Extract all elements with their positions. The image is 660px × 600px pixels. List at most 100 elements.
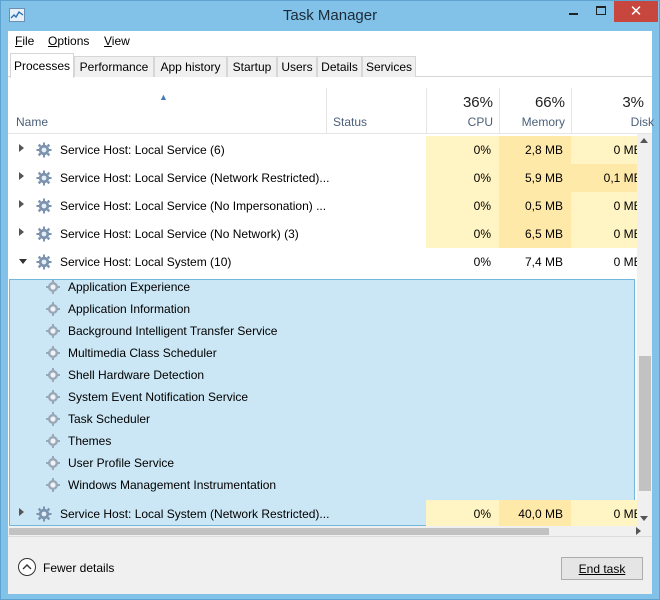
- service-row[interactable]: System Event Notification Service: [8, 386, 637, 408]
- memory-value: 2,8 MB: [524, 143, 563, 157]
- cpu-value: 0%: [473, 171, 491, 185]
- maximize-button[interactable]: [587, 1, 614, 22]
- tab-performance[interactable]: Performance: [74, 56, 154, 77]
- process-row[interactable]: 0% 6,5 MB 0 MB/s Service Host: Local Servic…: [8, 220, 637, 248]
- expand-arrow-icon[interactable]: [19, 144, 24, 152]
- cpu-value: 0%: [473, 199, 491, 213]
- cpu-total-percent: 36%: [462, 94, 493, 111]
- process-name: Service Host: Local System (Network Rest…: [60, 507, 330, 521]
- disk-cell: 0 MB/s: [571, 220, 637, 248]
- cpu-value: 0%: [473, 507, 491, 521]
- horizontal-scrollbar[interactable]: [8, 526, 652, 536]
- tab-details[interactable]: Details: [317, 56, 362, 77]
- service-gear-icon: [45, 389, 61, 405]
- menu-bar: File Options View: [8, 31, 652, 52]
- service-gear-icon: [45, 301, 61, 317]
- vertical-scrollbar[interactable]: [637, 134, 652, 526]
- horizontal-scroll-thumb[interactable]: [9, 528, 549, 535]
- service-row[interactable]: Task Scheduler: [8, 408, 637, 430]
- service-name: User Profile Service: [68, 456, 175, 470]
- disk-cell: 0,1 MB/s: [571, 164, 637, 192]
- service-gear-icon: [45, 477, 61, 493]
- scroll-down-icon[interactable]: [640, 516, 648, 521]
- fewer-details-chevron-up-icon[interactable]: [18, 558, 36, 576]
- service-row[interactable]: Shell Hardware Detection: [8, 364, 637, 386]
- service-row[interactable]: Application Information: [8, 298, 637, 320]
- process-name: Service Host: Local System (10): [60, 255, 232, 269]
- collapse-arrow-icon[interactable]: [19, 259, 27, 264]
- memory-cell: 40,0 MB: [499, 500, 571, 526]
- disk-value: 0,1 MB/s: [603, 171, 637, 185]
- process-row[interactable]: 0% 0,5 MB 0 MB/s Service Host: Local Servic…: [8, 192, 637, 220]
- column-name[interactable]: Name: [8, 88, 326, 134]
- scroll-right-icon[interactable]: [636, 527, 641, 535]
- memory-value: 40,0 MB: [518, 507, 563, 521]
- footer-bar: Fewer details End task: [8, 536, 652, 594]
- title-bar[interactable]: Task Manager ✕: [1, 1, 659, 31]
- service-gear-icon: [45, 367, 61, 383]
- column-memory[interactable]: 66% Memory: [499, 88, 571, 134]
- service-host-gear-icon: [36, 170, 52, 186]
- process-row[interactable]: 0% 5,9 MB 0,1 MB/s Service Host: Local Serv…: [8, 164, 637, 192]
- menu-view-label: iew: [111, 34, 130, 48]
- fewer-details-link[interactable]: Fewer details: [43, 561, 114, 575]
- memory-value: 6,5 MB: [524, 227, 563, 241]
- service-gear-icon: [45, 411, 61, 427]
- cpu-cell: 0%: [426, 136, 499, 164]
- memory-cell: 5,9 MB: [499, 164, 571, 192]
- tab-processes[interactable]: Processes: [10, 53, 74, 78]
- column-header: ▲ Name Status 36% CPU 66% Memory 3% Disk: [8, 88, 654, 134]
- column-cpu[interactable]: 36% CPU: [426, 88, 499, 134]
- service-host-gear-icon: [36, 254, 52, 270]
- menu-view[interactable]: View: [104, 34, 130, 48]
- end-task-button[interactable]: End task: [561, 557, 643, 580]
- expand-arrow-icon[interactable]: [19, 508, 24, 516]
- menu-file[interactable]: File: [15, 34, 34, 48]
- service-name: Application Information: [68, 302, 191, 316]
- service-name: Shell Hardware Detection: [68, 368, 205, 382]
- column-status[interactable]: Status: [326, 88, 426, 134]
- tab-services[interactable]: Services: [362, 56, 416, 77]
- service-gear-icon: [45, 279, 61, 295]
- expand-arrow-icon[interactable]: [19, 200, 24, 208]
- disk-cell: 0 MB/s: [571, 248, 637, 276]
- cpu-cell: 0%: [426, 500, 499, 526]
- menu-options[interactable]: Options: [48, 34, 89, 48]
- service-row[interactable]: Background Intelligent Transfer Service: [8, 320, 637, 342]
- close-button[interactable]: ✕: [614, 1, 658, 22]
- vertical-scroll-thumb[interactable]: [639, 356, 651, 491]
- process-row[interactable]: 0% 7,4 MB 0 MB/s Service Host: Local System…: [8, 248, 637, 276]
- tab-app-history[interactable]: App history: [154, 56, 227, 77]
- tab-users[interactable]: Users: [277, 56, 317, 77]
- menu-view-mnemonic: V: [104, 34, 112, 48]
- cpu-cell: 0%: [426, 248, 499, 276]
- service-row[interactable]: Themes: [8, 430, 637, 452]
- column-name-label: Name: [16, 115, 49, 129]
- service-row[interactable]: User Profile Service: [8, 452, 637, 474]
- service-name: Task Scheduler: [68, 412, 151, 426]
- process-row[interactable]: 0% 40,0 MB 0 MB/s Service Host: Local Syste…: [8, 500, 637, 526]
- expand-arrow-icon[interactable]: [19, 228, 24, 236]
- process-name: Service Host: Local Service (6): [60, 143, 225, 157]
- process-list: 0% 2,8 MB 0 MB/s Service Host: Local Servic…: [8, 134, 637, 526]
- memory-value: 7,4 MB: [524, 255, 563, 269]
- column-disk[interactable]: 3% Disk: [571, 88, 654, 134]
- close-icon: ✕: [629, 3, 643, 20]
- memory-total-percent: 66%: [534, 94, 565, 111]
- cpu-cell: 0%: [426, 164, 499, 192]
- column-memory-label: Memory: [521, 115, 565, 129]
- service-row[interactable]: Application Experience: [8, 276, 637, 298]
- expand-arrow-icon[interactable]: [19, 172, 24, 180]
- disk-value: 0 MB/s: [613, 143, 637, 157]
- tab-strip: Processes Performance App history Startu…: [8, 53, 652, 78]
- process-row[interactable]: 0% 2,8 MB 0 MB/s Service Host: Local Servic…: [8, 136, 637, 164]
- process-name: Service Host: Local Service (Network Res…: [60, 171, 330, 185]
- service-row[interactable]: Multimedia Class Scheduler: [8, 342, 637, 364]
- process-name: Service Host: Local Service (No Imperson…: [60, 199, 327, 213]
- service-host-gear-icon: [36, 142, 52, 158]
- service-row[interactable]: Windows Management Instrumentation: [8, 474, 637, 496]
- minimize-button[interactable]: [559, 1, 587, 22]
- scroll-up-icon[interactable]: [640, 138, 648, 143]
- minimize-icon: [569, 13, 578, 15]
- tab-startup[interactable]: Startup: [227, 56, 277, 77]
